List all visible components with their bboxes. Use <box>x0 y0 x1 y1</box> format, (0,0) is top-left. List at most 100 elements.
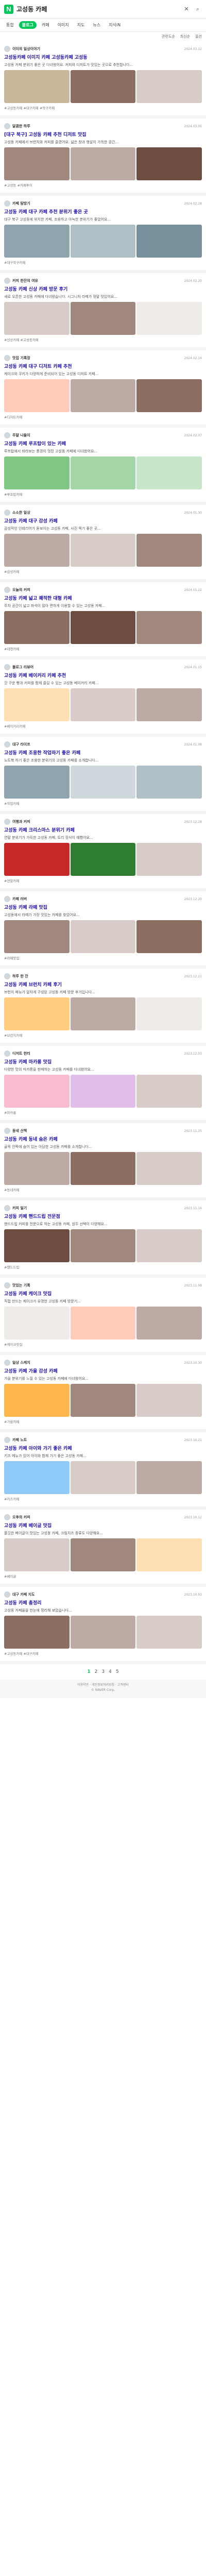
thumbnail-image[interactable] <box>70 147 136 180</box>
thumbnail-image[interactable] <box>70 70 136 103</box>
blog-post[interactable]: 오늘의 커피 2024.01.22 고성동 카페 넓고 쾌적한 대형 카페 주차 공간… <box>0 582 206 659</box>
post-title[interactable]: 고성동 카페 브런치 카페 후기 <box>4 982 202 988</box>
avatar[interactable] <box>4 510 10 516</box>
post-tags[interactable]: #대구북구카페 <box>4 260 202 265</box>
post-title[interactable]: 고성동 카페 베이글 맛집 <box>4 1523 202 1529</box>
thumbnail-image[interactable] <box>70 1461 136 1494</box>
blog-post[interactable]: 맛집 기록장 2024.02.14 고성동 카페 대구 디저트 카페 추천 케이크와 … <box>0 350 206 428</box>
thumbnail-image[interactable] <box>136 225 202 258</box>
thumbnail-image[interactable] <box>4 225 70 258</box>
thumbnail-image[interactable] <box>4 1229 70 1262</box>
blog-post[interactable]: 디저트 헌터 2023.12.03 고성동 카페 마카롱 맛집 다양한 맛의 마카롱을… <box>0 1046 206 1123</box>
avatar[interactable] <box>4 355 10 361</box>
author-name[interactable]: 일상 스케치 <box>12 1360 30 1365</box>
thumbnail-image[interactable] <box>4 534 70 567</box>
page-number[interactable]: 2 <box>95 1669 98 1674</box>
tab-item[interactable]: 블로그 <box>19 21 37 29</box>
search-icon[interactable]: ⌕ <box>194 5 202 13</box>
blog-post[interactable]: 일상 스케치 2023.10.30 고성동 카페 가을 감성 카페 가을 분위기를 느… <box>0 1355 206 1432</box>
thumbnail-image[interactable] <box>136 688 202 721</box>
thumbnail-image[interactable] <box>136 843 202 876</box>
tab-item[interactable]: 이미지 <box>55 21 72 29</box>
blog-post[interactable]: 대구 라이프 2024.01.08 고성동 카페 조용한 작업하기 좋은 카페 노트북… <box>0 737 206 814</box>
post-tags[interactable]: #라떼맛집 <box>4 955 202 960</box>
author-name[interactable]: 오후의 커피 <box>12 1515 30 1520</box>
post-title[interactable]: 고성동 카페 가을 감성 카페 <box>4 1368 202 1375</box>
thumbnail-image[interactable] <box>70 1616 136 1649</box>
tab-item[interactable]: 뉴스 <box>90 21 104 29</box>
thumbnail-image[interactable] <box>70 1538 136 1571</box>
thumbnail-image[interactable] <box>136 1616 202 1649</box>
avatar[interactable] <box>4 587 10 593</box>
blog-post[interactable]: 카페 러버 2023.12.20 고성동 카페 라떼 맛집 고성동에서 라떼가 가장 … <box>0 891 206 969</box>
thumbnail-image[interactable] <box>70 1229 136 1262</box>
thumbnail-image[interactable] <box>136 70 202 103</box>
author-name[interactable]: 여행과 커피 <box>12 819 30 824</box>
post-title[interactable]: 고성동 카페 라떼 맛집 <box>4 905 202 911</box>
avatar[interactable] <box>4 123 10 129</box>
author-name[interactable]: 카페 러버 <box>12 896 27 902</box>
thumbnail-image[interactable] <box>4 688 70 721</box>
blog-post[interactable]: 하루 한 잔 2023.12.11 고성동 카페 브런치 카페 후기 브런치 메뉴가 … <box>0 969 206 1046</box>
blog-post[interactable]: 주말 나들이 2024.02.07 고성동 카페 루프탑이 있는 카페 루프탑에서 바… <box>0 428 206 505</box>
post-tags[interactable]: #동네카페 <box>4 1187 202 1192</box>
thumbnail-image[interactable] <box>136 920 202 953</box>
avatar[interactable] <box>4 664 10 670</box>
thumbnail-image[interactable] <box>70 611 136 644</box>
author-name[interactable]: 오늘의 커피 <box>12 587 30 592</box>
tab-item[interactable]: 카페 <box>39 21 53 29</box>
author-name[interactable]: 카페 탐방기 <box>12 201 30 206</box>
blog-post[interactable]: 오후의 커피 2023.10.12 고성동 카페 베이글 맛집 쫄깃한 베이글이 맛있… <box>0 1510 206 1587</box>
author-name[interactable]: 주말 나들이 <box>12 433 30 438</box>
post-tags[interactable]: #고성동카페 #대구카페 #북구카페 <box>4 105 202 110</box>
thumbnail-image[interactable] <box>70 1075 136 1108</box>
post-title[interactable]: 고성동 카페 총정리 <box>4 1600 202 1606</box>
thumbnail-image[interactable] <box>70 225 136 258</box>
author-name[interactable]: 동네 산책 <box>12 1128 27 1133</box>
blog-post[interactable]: 맛있는 기록 2023.11.08 고성동 카페 케이크 맛집 직접 만드는 케이크가… <box>0 1278 206 1355</box>
post-tags[interactable]: #디저트카페 <box>4 414 202 419</box>
thumbnail-image[interactable] <box>4 70 70 103</box>
thumbnail-image[interactable] <box>4 147 70 180</box>
avatar[interactable] <box>4 741 10 748</box>
author-name[interactable]: 맛있는 기록 <box>12 1283 30 1288</box>
post-tags[interactable]: #키즈카페 <box>4 1496 202 1501</box>
author-name[interactable]: 블로그 리뷰어 <box>12 665 33 670</box>
blog-post[interactable]: 커피 일기 2023.11.16 고성동 카페 핸드드립 전문점 핸드드립 커피를 전… <box>0 1200 206 1278</box>
thumbnail-image[interactable] <box>70 379 136 412</box>
author-name[interactable]: 하루 한 잔 <box>12 974 28 979</box>
thumbnail-image[interactable] <box>136 302 202 335</box>
post-title[interactable]: 고성동 카페 동네 숨은 카페 <box>4 1137 202 1143</box>
tab-item[interactable]: 통합 <box>3 21 17 29</box>
page-number[interactable]: 3 <box>101 1669 105 1674</box>
author-name[interactable]: 달콤한 하루 <box>12 124 30 129</box>
post-tags[interactable]: #마카롱 <box>4 1110 202 1115</box>
thumbnail-image[interactable] <box>4 1538 70 1571</box>
post-title[interactable]: 고성동카페 이미지 카페 고성동카페 고성동 <box>4 55 202 61</box>
post-tags[interactable]: #고성동 #카페투어 <box>4 182 202 188</box>
thumbnail-image[interactable] <box>136 1075 202 1108</box>
avatar[interactable] <box>4 432 10 438</box>
blog-post[interactable]: 동네 산책 2023.11.25 고성동 카페 동네 숨은 카페 골목 안쪽에 숨어 … <box>0 1123 206 1200</box>
post-title[interactable]: 고성동 카페 케이크 맛집 <box>4 1291 202 1297</box>
author-name[interactable]: 커피 한잔의 여유 <box>12 278 38 283</box>
blog-post[interactable]: 블로그 리뷰어 2024.01.15 고성동 카페 베이커리 카페 추천 갓 구운 빵… <box>0 659 206 737</box>
blog-post[interactable]: 달콤한 하루 2024.03.05 [대구 북구] 고성동 카페 추천 디저트 맛집… <box>0 118 206 196</box>
author-name[interactable]: 이이의 일상이야기 <box>12 46 40 52</box>
post-title[interactable]: 고성동 카페 조용한 작업하기 좋은 카페 <box>4 750 202 756</box>
post-tags[interactable]: #감성카페 <box>4 569 202 574</box>
search-input[interactable]: 고성동 카페 <box>16 5 179 13</box>
blog-post[interactable]: 소소한 일상 2024.01.30 고성동 카페 대구 감성 카페 감성적인 인테리어… <box>0 505 206 582</box>
thumbnail-image[interactable] <box>4 920 70 953</box>
thumbnail-image[interactable] <box>4 379 70 412</box>
avatar[interactable] <box>4 1050 10 1057</box>
thumbnail-image[interactable] <box>4 843 70 876</box>
post-tags[interactable]: #핸드드립 <box>4 1264 202 1269</box>
avatar[interactable] <box>4 1128 10 1134</box>
post-title[interactable]: 고성동 카페 핸드드립 전문점 <box>4 1214 202 1220</box>
author-name[interactable]: 맛집 기록장 <box>12 355 30 361</box>
thumbnail-image[interactable] <box>4 1461 70 1494</box>
tab-item[interactable]: 지도 <box>74 21 88 29</box>
author-name[interactable]: 디저트 헌터 <box>12 1051 30 1056</box>
close-icon[interactable]: ✕ <box>182 5 191 13</box>
